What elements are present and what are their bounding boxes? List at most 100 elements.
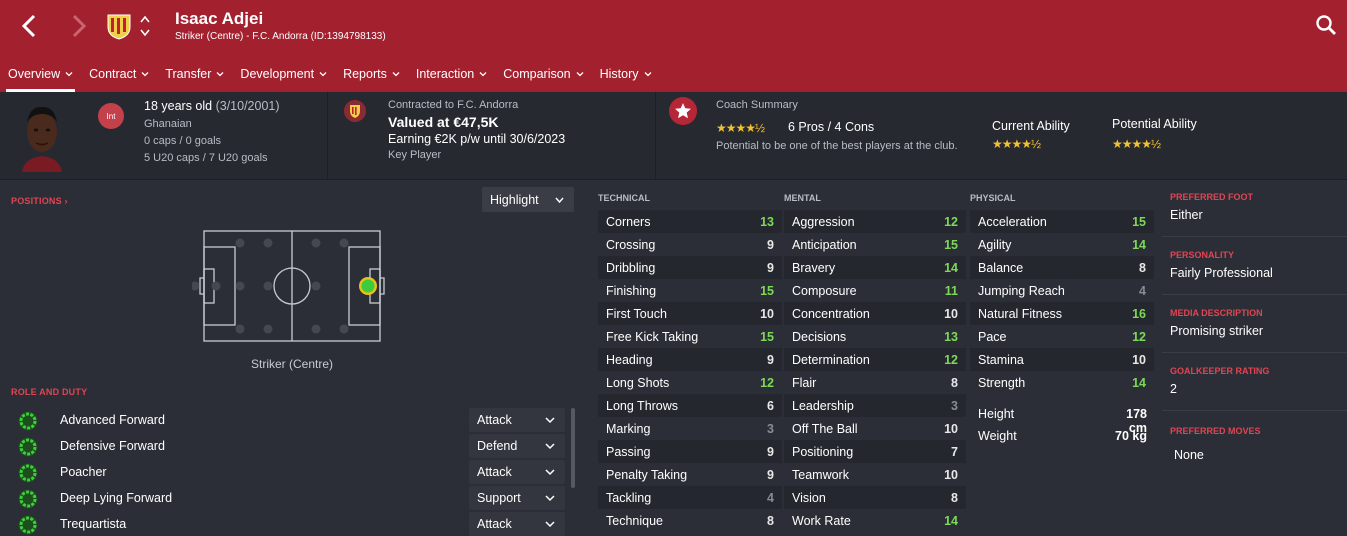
duty-label: Defend [477,439,518,453]
attribute-value: 6 [767,399,774,413]
back-arrow-icon[interactable] [18,12,42,40]
star-icon [669,97,697,125]
attribute-row[interactable]: Bravery 14 [784,256,966,279]
u20-caps[interactable]: 5 U20 caps / 7 U20 goals [144,152,268,164]
tab-development[interactable]: Development [232,56,335,92]
role-row[interactable]: Deep Lying Forward Support [16,486,566,510]
attribute-row[interactable]: Free Kick Taking 15 [598,325,782,348]
attribute-value: 8 [767,514,774,528]
tab-transfer[interactable]: Transfer [157,56,232,92]
position-pitch[interactable] [192,226,392,344]
attribute-value: 10 [944,307,958,321]
role-row[interactable]: Advanced Forward Attack [16,408,566,432]
preferred-moves-label: PREFERRED MOVES [1170,426,1261,436]
club-crest-icon [344,100,366,122]
attribute-row[interactable]: Aggression 12 [784,210,966,233]
attribute-name: Free Kick Taking [606,330,699,344]
attribute-row[interactable]: Positioning 7 [784,440,966,463]
attribute-row[interactable]: First Touch 10 [598,302,782,325]
attribute-row[interactable]: Stamina 10 [970,348,1154,371]
attribute-row[interactable]: Vision 8 [784,486,966,509]
attribute-name: Heading [606,353,653,367]
attribute-row[interactable]: Heading 9 [598,348,782,371]
attribute-row[interactable]: Agility 14 [970,233,1154,256]
attribute-row[interactable]: Long Throws 6 [598,394,782,417]
attribute-row[interactable]: Dribbling 9 [598,256,782,279]
attribute-row[interactable]: Marking 3 [598,417,782,440]
duty-dropdown[interactable]: Attack [469,512,565,536]
pros-cons[interactable]: 6 Pros / 4 Cons [788,120,874,134]
attribute-row[interactable]: Corners 13 [598,210,782,233]
club-crest-icon[interactable] [106,12,132,40]
tab-label: Reports [343,67,387,81]
tab-reports[interactable]: Reports [335,56,408,92]
attribute-name: Flair [792,376,817,390]
chevron-down-icon [545,443,555,450]
attribute-row[interactable]: Long Shots 12 [598,371,782,394]
switch-player-icon[interactable] [138,12,152,40]
attribute-row[interactable]: Pace 12 [970,325,1154,348]
attribute-name: Off The Ball [792,422,858,436]
attribute-row[interactable]: Finishing 15 [598,279,782,302]
attribute-row[interactable]: Decisions 13 [784,325,966,348]
attribute-row[interactable]: Penalty Taking 9 [598,463,782,486]
attribute-row[interactable]: Balance 8 [970,256,1154,279]
attribute-value: 12 [944,353,958,367]
player-summary-bar: Int 18 years old (3/10/2001) Ghanaian 0 … [0,92,1347,180]
duty-dropdown[interactable]: Support [469,486,565,510]
duty-dropdown[interactable]: Attack [469,408,565,432]
attribute-row[interactable]: Leadership 3 [784,394,966,417]
duty-dropdown[interactable]: Attack [469,460,565,484]
personality-label: PERSONALITY [1170,250,1235,260]
attribute-value: 11 [944,284,958,298]
tab-comparison[interactable]: Comparison [495,56,591,92]
attribute-row[interactable]: Teamwork 10 [784,463,966,486]
tab-interaction[interactable]: Interaction [408,56,495,92]
duty-dropdown[interactable]: Defend [469,434,565,458]
tab-contract[interactable]: Contract [81,56,157,92]
attribute-row[interactable]: Work Rate 14 [784,509,966,532]
chevron-down-icon [319,72,327,77]
role-row[interactable]: Defensive Forward Defend [16,434,566,458]
attribute-row[interactable]: Jumping Reach 4 [970,279,1154,302]
search-icon[interactable] [1315,14,1337,36]
attribute-name: Passing [606,445,651,459]
attribute-row[interactable]: Natural Fitness 16 [970,302,1154,325]
role-suitability-icon [18,515,38,535]
role-row[interactable]: Trequartista Attack [16,512,566,536]
attribute-row[interactable]: Acceleration 15 [970,210,1154,233]
player-portrait[interactable] [18,100,66,172]
attribute-row[interactable]: Determination 12 [784,348,966,371]
attribute-row[interactable]: Off The Ball 10 [784,417,966,440]
roles-scrollbar[interactable] [571,408,575,488]
attribute-row[interactable]: Passing 9 [598,440,782,463]
positions-label[interactable]: POSITIONS › [11,196,68,206]
attribute-name: Pace [978,330,1007,344]
attribute-value: 12 [760,376,774,390]
attribute-row[interactable]: Composure 11 [784,279,966,302]
attribute-name: Agility [978,238,1012,252]
highlight-dropdown[interactable]: Highlight [482,187,574,212]
attribute-value: 15 [760,284,774,298]
attribute-row[interactable]: Technique 8 [598,509,782,532]
attribute-row[interactable]: Flair 8 [784,371,966,394]
attribute-name: Dribbling [606,261,656,275]
divider [1162,410,1347,411]
height-label: Height [978,407,1015,421]
chevron-down-icon [545,469,555,476]
attribute-row[interactable]: Tackling 4 [598,486,782,509]
attribute-row[interactable]: Concentration 10 [784,302,966,325]
tab-overview[interactable]: Overview [0,56,81,92]
attribute-row[interactable]: Strength 14 [970,371,1154,394]
player-age: 18 years old (3/10/2001) [144,99,280,113]
attribute-row[interactable]: Crossing 9 [598,233,782,256]
attribute-value: 7 [951,445,958,459]
attribute-value: 9 [767,261,774,275]
forward-arrow-icon[interactable] [66,12,90,40]
preferred-moves-value[interactable]: None [1174,448,1204,462]
attribute-name: Technique [606,514,663,528]
attribute-row[interactable]: Anticipation 15 [784,233,966,256]
role-row[interactable]: Poacher Attack [16,460,566,484]
goalkeeper-rating-label: GOALKEEPER RATING [1170,366,1270,376]
tab-history[interactable]: History [592,56,660,92]
